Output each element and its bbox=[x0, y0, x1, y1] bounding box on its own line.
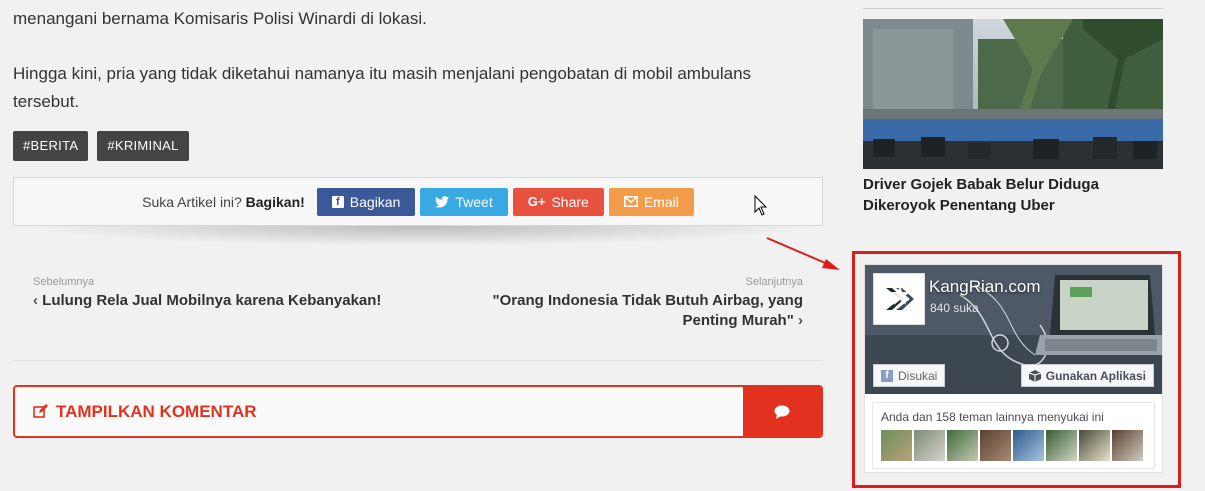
avatar[interactable] bbox=[1013, 430, 1044, 461]
facebook-share-button[interactable]: f Bagikan bbox=[316, 187, 416, 216]
share-bar: Suka Artikel ini? Bagikan! f Bagikan Twe… bbox=[13, 177, 823, 226]
friend-avatars bbox=[881, 430, 1146, 461]
share-bar-shadow bbox=[23, 226, 813, 246]
avatar[interactable] bbox=[1046, 430, 1077, 461]
section-divider bbox=[13, 360, 823, 361]
page-logo bbox=[873, 273, 925, 325]
twitter-bird-icon bbox=[435, 195, 450, 208]
google-plus-share-button[interactable]: G+ Share bbox=[512, 187, 604, 216]
liked-button[interactable]: f Disukai bbox=[873, 364, 946, 387]
tag-kriminal[interactable]: #KRIMINAL bbox=[97, 131, 189, 161]
avatar[interactable] bbox=[980, 430, 1011, 461]
envelope-icon bbox=[623, 196, 638, 207]
friends-like-box: Anda dan 158 teman lainnya menyukai ini bbox=[872, 402, 1155, 469]
chevron-right-icon: › bbox=[793, 312, 803, 329]
edit-icon bbox=[33, 404, 48, 418]
previous-article-link[interactable]: Sebelumnya ‹ Lulung Rela Jual Mobilnya k… bbox=[33, 276, 381, 311]
facebook-cover-image[interactable]: KangRian.com 840 suka f Disukai Gunakan … bbox=[865, 265, 1162, 394]
tweet-button[interactable]: Tweet bbox=[420, 187, 508, 216]
avatar[interactable] bbox=[1079, 430, 1110, 461]
facebook-page-widget: KangRian.com 840 suka f Disukai Gunakan … bbox=[864, 264, 1163, 473]
google-plus-icon: G+ bbox=[527, 193, 546, 209]
comment-bubble-icon bbox=[743, 387, 821, 436]
previous-article-title: Lulung Rela Jual Mobilnya karena Kebanya… bbox=[42, 292, 382, 309]
use-app-button[interactable]: Gunakan Aplikasi bbox=[1020, 364, 1154, 387]
page-likes-count: 840 suka bbox=[930, 301, 979, 315]
tag-list: #BERITA #KRIMINAL bbox=[13, 131, 189, 161]
avatar[interactable] bbox=[881, 430, 912, 461]
next-article-link[interactable]: Selanjutnya "Orang Indonesia Tidak Butuh… bbox=[443, 276, 803, 331]
next-label: Selanjutnya bbox=[745, 276, 804, 288]
avatar[interactable] bbox=[1112, 430, 1143, 461]
article-paragraph: Hingga kini, pria yang tidak diketahui n… bbox=[13, 64, 752, 111]
next-article-title: "Orang Indonesia Tidak Butuh Airbag, yan… bbox=[492, 292, 803, 329]
friends-like-text: Anda dan 158 teman lainnya menyukai ini bbox=[881, 410, 1104, 424]
facebook-icon: f bbox=[331, 195, 344, 208]
previous-label: Sebelumnya bbox=[33, 276, 95, 288]
article-paragraph: menangani bernama Komisaris Polisi Winar… bbox=[13, 9, 427, 28]
related-article-title[interactable]: Driver Gojek Babak Belur Diduga Dikeroyo… bbox=[863, 174, 1163, 216]
avatar[interactable] bbox=[947, 430, 978, 461]
chevron-left-icon: ‹ bbox=[33, 292, 43, 309]
tag-berita[interactable]: #BERITA bbox=[13, 131, 89, 161]
sidebar-divider bbox=[863, 8, 1163, 9]
share-prompt: Suka Artikel ini? Bagikan! bbox=[142, 193, 305, 210]
related-article-thumbnail[interactable] bbox=[863, 19, 1163, 169]
show-comments-button[interactable]: TAMPILKAN KOMENTAR bbox=[13, 385, 823, 438]
app-cube-icon bbox=[1028, 369, 1041, 382]
show-comments-label: TAMPILKAN KOMENTAR bbox=[56, 401, 257, 421]
email-share-button[interactable]: Email bbox=[608, 187, 694, 216]
facebook-square-icon: f bbox=[881, 369, 893, 382]
avatar[interactable] bbox=[914, 430, 945, 461]
page-name[interactable]: KangRian.com bbox=[929, 277, 1041, 297]
